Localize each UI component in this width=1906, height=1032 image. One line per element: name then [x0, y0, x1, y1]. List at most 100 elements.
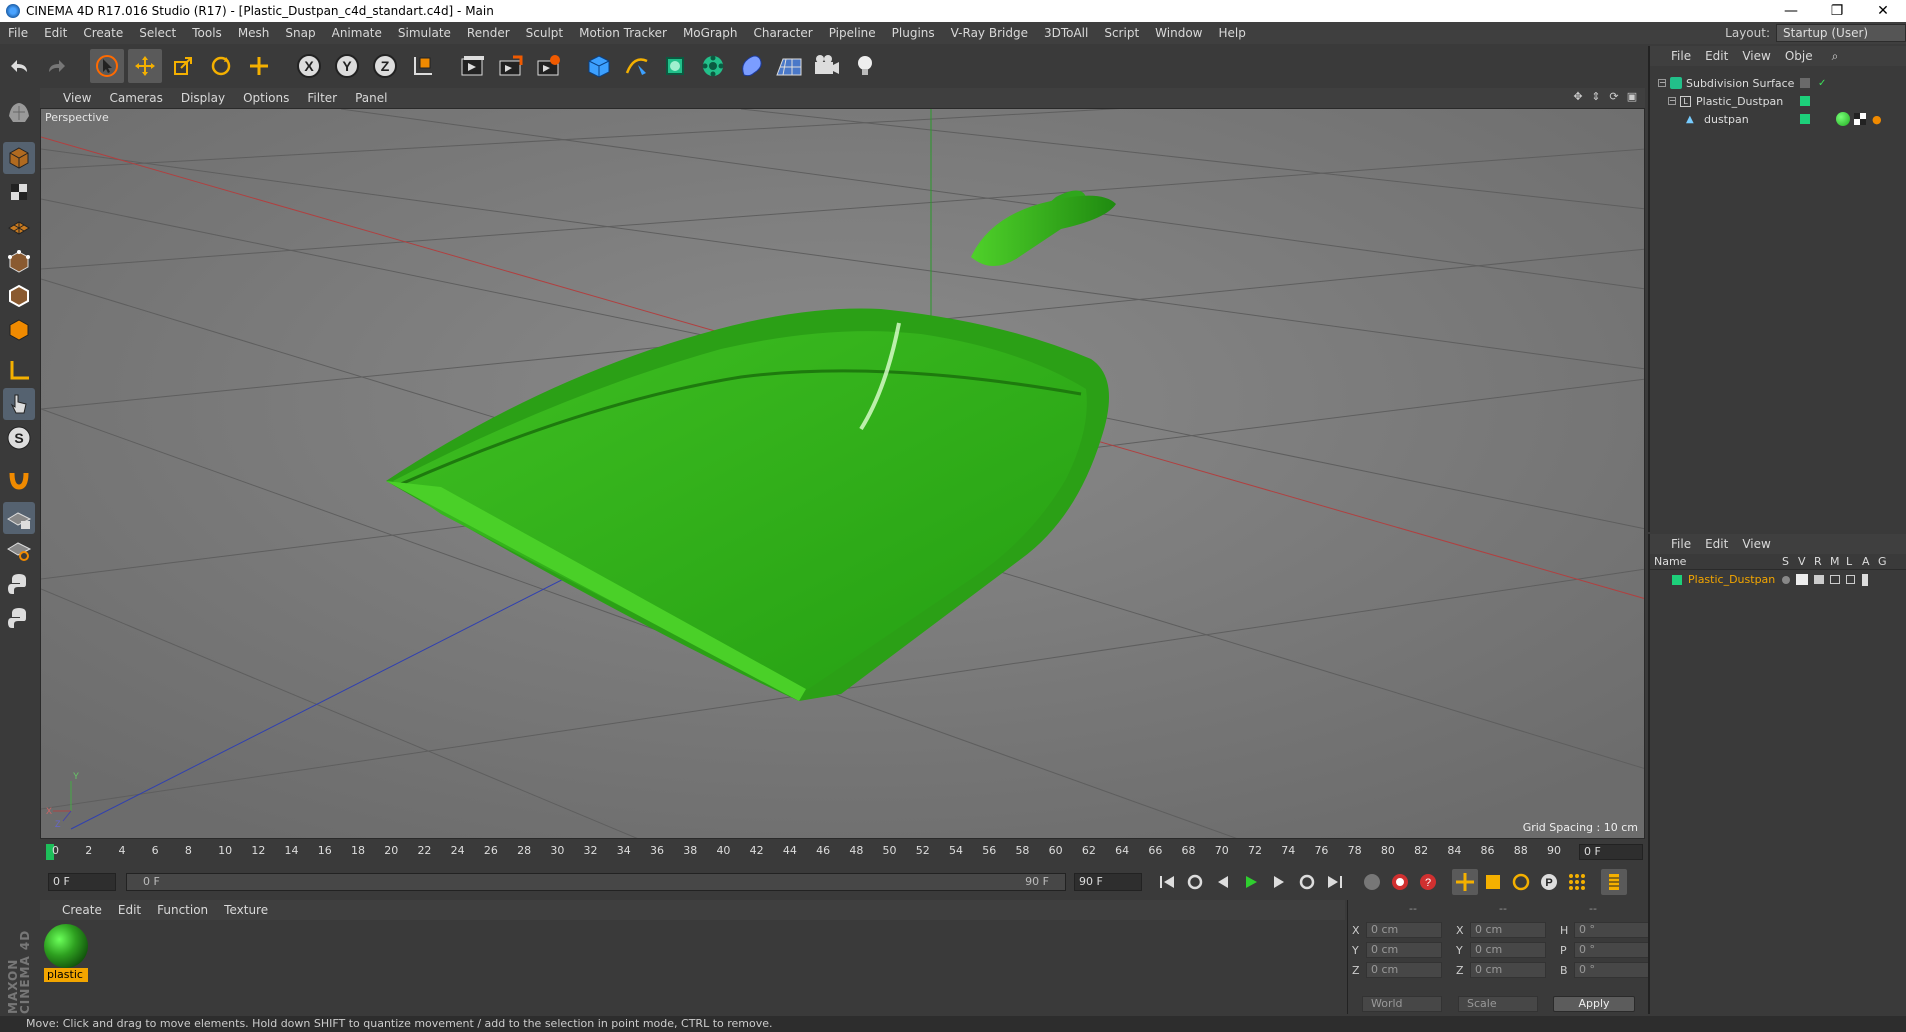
size-y-field[interactable]: 0 cm — [1470, 942, 1546, 958]
deformer-icon[interactable] — [734, 49, 768, 83]
rotate-tool-icon[interactable] — [204, 49, 238, 83]
layer-menu-file[interactable]: File — [1664, 537, 1698, 551]
planar-workplane-icon[interactable] — [3, 534, 35, 566]
tweak-mode-icon[interactable] — [3, 388, 35, 420]
viewport-menu-filter[interactable]: Filter — [298, 91, 346, 105]
om-menu-view[interactable]: View — [1735, 49, 1777, 63]
snapping-icon[interactable]: S — [3, 422, 35, 454]
rotation-b-field[interactable]: 0 ° — [1574, 962, 1650, 978]
animation-toggle-icon[interactable] — [1862, 574, 1868, 586]
menu-edit[interactable]: Edit — [36, 22, 75, 44]
position-z-field[interactable]: 0 cm — [1366, 962, 1442, 978]
play-forward-icon[interactable] — [1238, 869, 1264, 895]
close-button[interactable]: ✕ — [1860, 0, 1906, 22]
viewport-menu-cameras[interactable]: Cameras — [100, 91, 171, 105]
menu-pipeline[interactable]: Pipeline — [821, 22, 884, 44]
viewport-menu-view[interactable]: View — [54, 91, 100, 105]
lock-toggle-icon[interactable] — [1846, 575, 1855, 584]
col-generators[interactable]: G — [1878, 555, 1887, 568]
go-to-end-icon[interactable] — [1322, 869, 1348, 895]
col-solo[interactable]: S — [1782, 555, 1789, 568]
z-axis-lock-icon[interactable]: Z — [368, 49, 402, 83]
menu-create[interactable]: Create — [75, 22, 131, 44]
om-menu-objects[interactable]: Obje — [1778, 49, 1820, 63]
layout-dropdown[interactable]: Startup (User) — [1776, 24, 1906, 42]
magnet-icon[interactable] — [3, 462, 35, 494]
material-menu-texture[interactable]: Texture — [216, 903, 276, 917]
model-mode-icon[interactable] — [3, 142, 35, 174]
coordinate-mode-dropdown[interactable]: World — [1362, 996, 1442, 1012]
menu-select[interactable]: Select — [131, 22, 184, 44]
record-keys-icon[interactable] — [1359, 869, 1385, 895]
col-locked[interactable]: L — [1846, 555, 1852, 568]
menu-mesh[interactable]: Mesh — [230, 22, 278, 44]
menu-3dtoall[interactable]: 3DToAll — [1036, 22, 1096, 44]
previous-frame-icon[interactable] — [1210, 869, 1236, 895]
x-axis-lock-icon[interactable]: X — [292, 49, 326, 83]
render-settings-icon[interactable] — [532, 49, 566, 83]
live-selection-icon[interactable] — [242, 49, 276, 83]
next-key-icon[interactable] — [1294, 869, 1320, 895]
layer-swatch-icon[interactable] — [1800, 78, 1810, 88]
render-picture-viewer-icon[interactable] — [494, 49, 528, 83]
timeline-layout-icon[interactable] — [1601, 869, 1627, 895]
make-editable-icon[interactable] — [3, 96, 35, 128]
light-icon[interactable] — [848, 49, 882, 83]
material-menu-create[interactable]: Create — [54, 903, 110, 917]
menu-animate[interactable]: Animate — [324, 22, 390, 44]
size-z-field[interactable]: 0 cm — [1470, 962, 1546, 978]
current-frame-field[interactable]: 0 F — [1579, 844, 1643, 860]
om-search-icon[interactable]: ⌕ — [1832, 49, 1839, 64]
col-animation[interactable]: A — [1862, 555, 1870, 568]
menu-simulate[interactable]: Simulate — [390, 22, 459, 44]
menu-mograph[interactable]: MoGraph — [675, 22, 746, 44]
viewport-maximize-icon[interactable]: ▣ — [1625, 90, 1639, 104]
menu-tools[interactable]: Tools — [184, 22, 230, 44]
apply-button[interactable]: Apply — [1553, 996, 1635, 1012]
go-to-start-icon[interactable] — [1154, 869, 1180, 895]
col-manager[interactable]: M — [1830, 555, 1840, 568]
y-axis-lock-icon[interactable]: Y — [330, 49, 364, 83]
start-frame-field[interactable]: 0 F — [48, 873, 116, 891]
texture-mode-icon[interactable] — [3, 176, 35, 208]
render-view-icon[interactable] — [456, 49, 490, 83]
viewport-menu-display[interactable]: Display — [172, 91, 234, 105]
python-plugin-icon[interactable] — [3, 602, 35, 634]
key-position-icon[interactable] — [1452, 869, 1478, 895]
python-script-icon[interactable] — [3, 568, 35, 600]
perspective-viewport[interactable]: Y X Z Perspective Grid Spacing : 10 cm — [40, 108, 1645, 839]
menu-sculpt[interactable]: Sculpt — [518, 22, 571, 44]
col-render[interactable]: R — [1814, 555, 1822, 568]
layer-color-icon[interactable] — [1800, 114, 1810, 124]
end-frame-field[interactable]: 90 F — [1074, 873, 1142, 891]
menu-motion-tracker[interactable]: Motion Tracker — [571, 22, 675, 44]
menu-vray-bridge[interactable]: V-Ray Bridge — [943, 22, 1036, 44]
layer-menu-view[interactable]: View — [1735, 537, 1777, 551]
menu-help[interactable]: Help — [1210, 22, 1253, 44]
workplane-mode-icon[interactable] — [3, 210, 35, 242]
material-menu-function[interactable]: Function — [149, 903, 216, 917]
position-x-field[interactable]: 0 cm — [1366, 922, 1442, 938]
cloner-icon[interactable] — [696, 49, 730, 83]
redo-icon[interactable] — [40, 49, 74, 83]
size-x-field[interactable]: 0 cm — [1470, 922, 1546, 938]
lock-workplane-icon[interactable] — [3, 502, 35, 534]
phong-tag-icon[interactable]: ● — [1872, 113, 1882, 126]
material-menu-edit[interactable]: Edit — [110, 903, 149, 917]
menu-render[interactable]: Render — [459, 22, 518, 44]
autokeying-icon[interactable] — [1387, 869, 1413, 895]
viewport-zoom-icon[interactable]: ⇕ — [1589, 90, 1603, 104]
key-point-level-icon[interactable] — [1564, 869, 1590, 895]
coordinate-system-icon[interactable] — [406, 49, 440, 83]
preview-range-slider[interactable]: 0 F 90 F — [126, 873, 1066, 891]
minimize-button[interactable]: — — [1768, 0, 1814, 22]
viewport-pan-icon[interactable]: ✥ — [1571, 90, 1585, 104]
axis-mode-icon[interactable] — [3, 354, 35, 386]
polygons-mode-icon[interactable] — [3, 314, 35, 346]
col-view[interactable]: V — [1798, 555, 1806, 568]
previous-key-icon[interactable] — [1182, 869, 1208, 895]
layer-color-icon[interactable] — [1672, 575, 1682, 585]
menu-file[interactable]: File — [0, 22, 36, 44]
render-toggle-icon[interactable] — [1814, 575, 1824, 584]
next-frame-icon[interactable] — [1266, 869, 1292, 895]
